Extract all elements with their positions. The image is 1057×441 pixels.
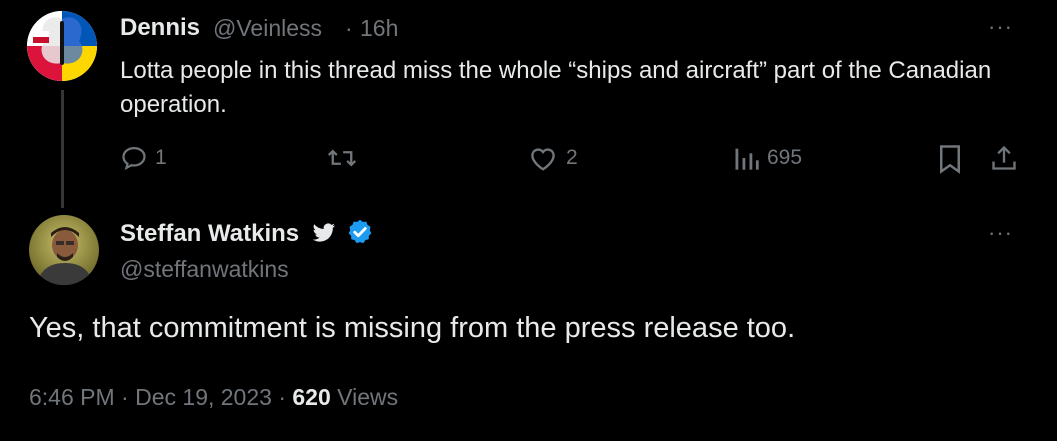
reply-display-name[interactable]: Dennis — [120, 14, 200, 42]
reply-text: Lotta people in this thread miss the who… — [120, 57, 992, 118]
avatar[interactable] — [27, 11, 97, 81]
reply-more-button[interactable]: ··· — [988, 14, 1013, 40]
avatar-flags-butterfly-image — [27, 11, 97, 81]
views-button[interactable]: 695 — [733, 144, 802, 172]
reply-separator: · — [345, 15, 353, 41]
reply-button[interactable]: 1 — [120, 144, 167, 172]
share-icon — [992, 145, 1016, 170]
main-display-name[interactable]: Steffan Watkins — [120, 218, 374, 248]
main-display-name-text: Steffan Watkins — [120, 220, 300, 247]
retweet-button[interactable] — [327, 144, 357, 172]
views-count: 695 — [767, 146, 803, 169]
main-more-button[interactable]: ··· — [988, 220, 1013, 246]
thread-line — [61, 90, 64, 208]
main-handle[interactable]: @steffanwatkins — [120, 256, 289, 283]
reply-icon — [122, 146, 146, 171]
reply-handle[interactable]: @Veinless — [213, 15, 322, 42]
avatar-photo-image — [29, 215, 99, 285]
like-count: 2 — [566, 146, 578, 169]
verified-badge-icon[interactable] — [346, 218, 374, 246]
bookmark-icon — [940, 145, 960, 174]
tweet-time[interactable]: 6:46 PM — [29, 384, 115, 410]
reply-time[interactable]: 16h — [360, 15, 398, 42]
tweet-footer: 6:46 PM · Dec 19, 2023 · 620 Views — [29, 384, 398, 411]
retweet-icon — [327, 149, 357, 167]
main-text: Yes, that commitment is missing from the… — [29, 312, 796, 344]
views-number: 620 — [292, 384, 331, 410]
like-button[interactable]: 2 — [528, 144, 578, 172]
reply-count: 1 — [155, 146, 167, 169]
footer-separator-1: · — [121, 384, 129, 410]
like-icon — [531, 148, 555, 171]
views-icon — [735, 148, 759, 170]
share-button[interactable] — [990, 143, 1018, 173]
bookmark-button[interactable] — [937, 144, 963, 174]
views-label: Views — [337, 384, 399, 410]
footer-separator-2: · — [278, 384, 286, 410]
avatar[interactable] — [29, 215, 99, 285]
tweet-date[interactable]: Dec 19, 2023 — [135, 384, 272, 410]
bird-icon — [312, 223, 335, 242]
